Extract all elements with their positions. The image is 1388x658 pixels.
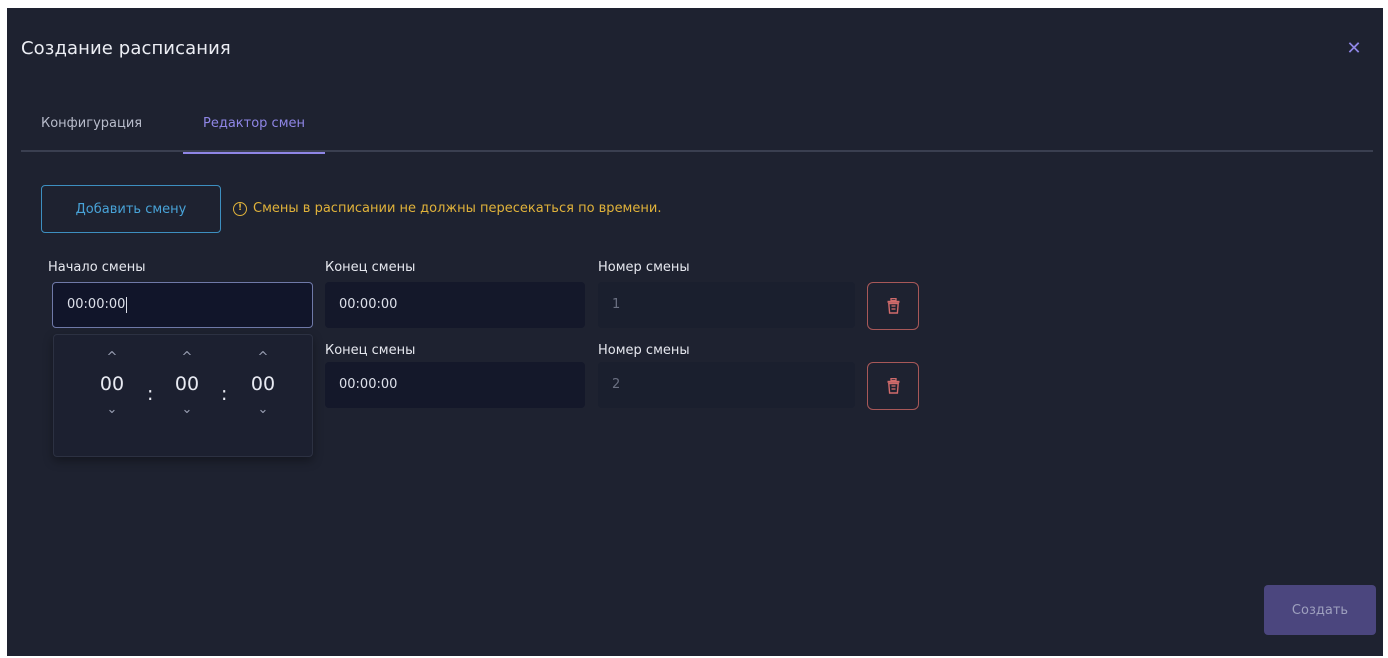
seconds-value[interactable]: 00 [243, 367, 283, 401]
trash-icon [887, 298, 900, 314]
hours-down-chevron-icon[interactable]: ⌄ [92, 401, 132, 419]
delete-shift-button[interactable] [867, 362, 919, 410]
add-shift-button[interactable]: Добавить смену [41, 185, 221, 233]
info-circle-icon: ! [233, 201, 247, 216]
shift-end-label: Конец смены [325, 260, 416, 275]
time-separator: : [147, 383, 154, 405]
minutes-up-chevron-icon[interactable]: ^ [167, 349, 207, 367]
shift-start-value: 00:00:00 [67, 297, 126, 312]
delete-shift-button[interactable] [867, 282, 919, 330]
hours-value[interactable]: 00 [92, 367, 132, 401]
create-button[interactable]: Создать [1264, 585, 1376, 635]
seconds-spinner: ^ 00 ⌄ [243, 349, 283, 419]
seconds-down-chevron-icon[interactable]: ⌄ [243, 401, 283, 419]
trash-icon [887, 378, 900, 394]
overlap-warning-text: Смены в расписании не должны пересекатьс… [253, 201, 662, 216]
shift-end-input[interactable]: 00:00:00 [325, 282, 585, 328]
shift-number-input: 1 [598, 282, 855, 328]
shift-number-label: Номер смены [598, 260, 690, 275]
shift-start-label: Начало смены [48, 260, 146, 275]
minutes-spinner: ^ 00 ⌄ [167, 349, 207, 419]
create-schedule-dialog: Создание расписания ✕ Конфигурация Редак… [7, 8, 1383, 656]
shift-start-input[interactable]: 00:00:00 [52, 282, 313, 328]
dialog-title: Создание расписания [21, 38, 231, 59]
shift-end-label: Конец смены [325, 343, 416, 358]
tab-bar: Конфигурация Редактор смен [21, 100, 1373, 154]
seconds-up-chevron-icon[interactable]: ^ [243, 349, 283, 367]
shift-end-input[interactable]: 00:00:00 [325, 362, 585, 408]
hours-up-chevron-icon[interactable]: ^ [92, 349, 132, 367]
time-picker-dropdown: ^ 00 ⌄ : ^ 00 ⌄ : ^ 00 ⌄ [53, 334, 313, 457]
tab-configuration[interactable]: Конфигурация [21, 100, 162, 152]
tab-shift-editor[interactable]: Редактор смен [183, 100, 326, 154]
minutes-value[interactable]: 00 [167, 367, 207, 401]
time-separator: : [221, 383, 228, 405]
overlap-warning: ! Смены в расписании не должны пересекат… [233, 201, 661, 216]
shift-number-label: Номер смены [598, 343, 690, 358]
text-caret [126, 296, 128, 313]
shift-number-input: 2 [598, 362, 855, 408]
hours-spinner: ^ 00 ⌄ [92, 349, 132, 419]
minutes-down-chevron-icon[interactable]: ⌄ [167, 401, 207, 419]
close-icon[interactable]: ✕ [1343, 38, 1365, 60]
